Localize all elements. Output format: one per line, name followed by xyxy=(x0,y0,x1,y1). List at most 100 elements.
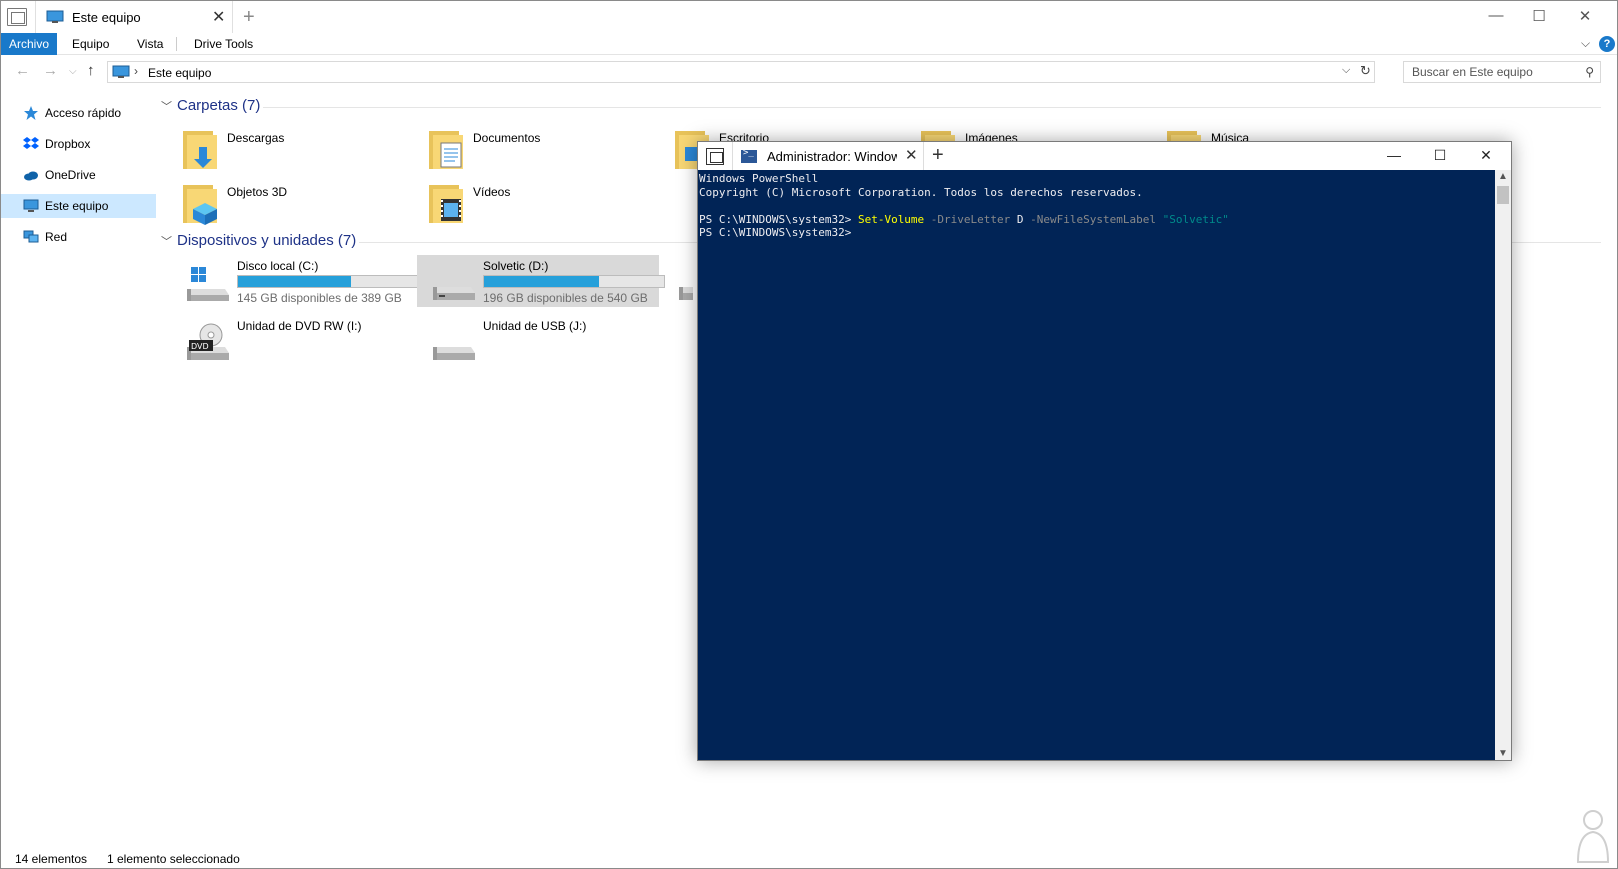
sidebar-item-dropbox[interactable]: Dropbox xyxy=(1,132,156,156)
drive-usage-bar xyxy=(237,275,419,288)
back-arrow-icon[interactable]: ← xyxy=(15,62,30,79)
console-output[interactable]: Windows PowerShell Copyright (C) Microsof… xyxy=(698,170,1495,760)
console-param: -DriveLetter xyxy=(924,212,1011,226)
folder-label: Vídeos xyxy=(473,185,511,199)
powershell-icon xyxy=(741,148,757,163)
drive-partial[interactable] xyxy=(663,255,693,307)
navigation-pane: Acceso rápido Dropbox OneDrive Este equi… xyxy=(1,101,156,256)
computer-icon xyxy=(112,65,130,78)
search-input[interactable] xyxy=(1404,62,1574,82)
sidebar-item-onedrive[interactable]: OneDrive xyxy=(1,163,156,187)
ps-title-bar: Administrador: Windows PowerShell ✕ + — … xyxy=(698,142,1511,172)
help-icon[interactable]: ? xyxy=(1599,36,1615,52)
console-scrollbar[interactable]: ▲ ▼ xyxy=(1495,170,1511,760)
close-tab-icon[interactable]: ✕ xyxy=(212,7,225,27)
refresh-icon[interactable]: ↻ xyxy=(1360,63,1371,79)
console-prompt-line: PS C:\WINDOWS\system32> xyxy=(699,226,858,240)
group-header-dispositivos[interactable]: ﹀ Dispositivos y unidades (7) xyxy=(161,232,356,254)
sidebar-item-red[interactable]: Red xyxy=(1,225,156,249)
windows-drive-icon xyxy=(187,267,229,301)
cloud-icon xyxy=(24,171,38,181)
drive-disco-local-c[interactable]: Disco local (C:) 145 GB disponibles de 3… xyxy=(171,255,419,307)
sidebar-item-label: Acceso rápido xyxy=(45,106,122,120)
item-count: 14 elementos xyxy=(15,852,88,866)
minimize-icon[interactable]: — xyxy=(1384,147,1404,167)
folder-label: Objetos 3D xyxy=(227,185,288,199)
folder-label: Descargas xyxy=(227,131,285,145)
close-tab-icon[interactable]: ✕ xyxy=(905,146,918,164)
ps-tab-administrador[interactable]: Administrador: Windows PowerShell ✕ xyxy=(732,142,924,172)
console-string: "Solvetic" xyxy=(1155,212,1229,226)
minimize-icon[interactable]: — xyxy=(1486,7,1506,27)
console-param: -NewFileSystemLabel xyxy=(1023,212,1156,226)
new-tab-icon[interactable]: + xyxy=(932,144,944,167)
scrollbar-thumb[interactable] xyxy=(1497,186,1509,204)
drive-usage-fill xyxy=(484,276,599,287)
tab-este-equipo[interactable]: Este equipo ✕ xyxy=(35,1,233,33)
ribbon-tab-drive-tools[interactable]: Drive Tools xyxy=(186,33,261,55)
maximize-icon[interactable]: ☐ xyxy=(1529,7,1549,27)
folder-descargas[interactable]: Descargas xyxy=(161,123,401,173)
console-cmdlet: Set-Volume xyxy=(857,212,925,226)
scroll-up-icon[interactable]: ▲ xyxy=(1498,171,1508,182)
drive-label: Disco local (C:) xyxy=(237,259,319,273)
folder-objetos-3d[interactable]: Objetos 3D xyxy=(161,177,401,227)
ribbon: Archivo Equipo Vista Drive Tools ⌵ ? xyxy=(1,33,1617,55)
group-title: Carpetas (7) xyxy=(177,97,261,114)
breadcrumb[interactable]: Este equipo xyxy=(148,66,211,80)
drive-label: Solvetic (D:) xyxy=(483,259,549,273)
videos-folder-icon xyxy=(429,185,463,223)
address-bar-row: ← → ⌵ ↑ › Este equipo ⌵ ↻ ⚲ xyxy=(1,57,1617,87)
recent-locations-icon[interactable]: ⌵ xyxy=(69,66,77,77)
folder-documentos[interactable]: Documentos xyxy=(407,123,647,173)
maximize-icon[interactable]: ☐ xyxy=(1430,147,1450,167)
close-icon[interactable]: ✕ xyxy=(1476,147,1496,167)
sidebar-item-este-equipo[interactable]: Este equipo xyxy=(1,194,156,218)
ribbon-tab-vista[interactable]: Vista xyxy=(129,33,171,55)
console-prompt: PS C:\WINDOWS\system32> xyxy=(699,212,858,226)
breadcrumb-chevron-icon: › xyxy=(134,64,138,78)
up-arrow-icon[interactable]: ↑ xyxy=(87,62,95,79)
title-bar: Este equipo ✕ + — ☐ ✕ xyxy=(1,1,1617,33)
collapse-chevron-icon[interactable]: ﹀ xyxy=(161,98,177,114)
sidebar-item-label: OneDrive xyxy=(45,168,96,182)
console-value: D xyxy=(1010,212,1024,226)
ribbon-divider xyxy=(176,37,177,51)
collapse-chevron-icon[interactable]: ﹀ xyxy=(161,233,177,249)
group-header-carpetas[interactable]: ﹀ Carpetas (7) xyxy=(161,97,260,119)
search-box[interactable]: ⚲ xyxy=(1403,61,1601,83)
scroll-down-icon[interactable]: ▼ xyxy=(1498,748,1508,759)
window-menu-icon[interactable] xyxy=(706,148,724,165)
drive-solvetic-d[interactable]: Solvetic (D:) 196 GB disponibles de 540 … xyxy=(417,255,665,307)
watermark-logo xyxy=(1576,810,1610,863)
selection-count: 1 elemento seleccionado xyxy=(107,852,240,866)
downloads-folder-icon xyxy=(183,131,217,169)
sidebar-item-acceso-rapido[interactable]: Acceso rápido xyxy=(1,101,156,125)
svg-text:DVD: DVD xyxy=(191,342,209,351)
star-icon xyxy=(24,106,38,120)
console-line: Copyright (C) Microsoft Corporation. Tod… xyxy=(699,185,1143,199)
ps-tab-title: Administrador: Windows PowerShell xyxy=(767,149,897,164)
drive-usage-fill xyxy=(238,276,351,287)
new-tab-icon[interactable]: + xyxy=(243,6,255,29)
address-box[interactable]: › Este equipo ⌵ ↻ xyxy=(107,61,1375,83)
hard-drive-icon xyxy=(679,287,693,300)
forward-arrow-icon[interactable]: → xyxy=(43,62,58,79)
tab-title: Este equipo xyxy=(72,10,141,25)
computer-icon xyxy=(46,10,64,23)
sidebar-item-label: Red xyxy=(45,230,68,244)
close-icon[interactable]: ✕ xyxy=(1575,7,1595,27)
group-divider xyxy=(263,107,1601,108)
address-dropdown-icon[interactable]: ⌵ xyxy=(1342,64,1350,77)
drive-dvd-i[interactable]: DVD Unidad de DVD RW (I:) xyxy=(171,315,413,367)
drive-usb-j[interactable]: Unidad de USB (J:) xyxy=(417,315,659,367)
computer-icon xyxy=(23,199,39,212)
folder-videos[interactable]: Vídeos xyxy=(407,177,647,227)
search-icon[interactable]: ⚲ xyxy=(1585,65,1594,79)
console-line: Windows PowerShell xyxy=(699,172,819,185)
window-menu-icon[interactable] xyxy=(7,8,27,26)
expand-ribbon-icon[interactable]: ⌵ xyxy=(1581,36,1590,51)
console-command-line: PS C:\WINDOWS\system32> Set-Volume -Driv… xyxy=(699,213,1494,227)
ribbon-tab-archivo[interactable]: Archivo xyxy=(1,33,58,55)
ribbon-tab-equipo[interactable]: Equipo xyxy=(64,33,117,55)
